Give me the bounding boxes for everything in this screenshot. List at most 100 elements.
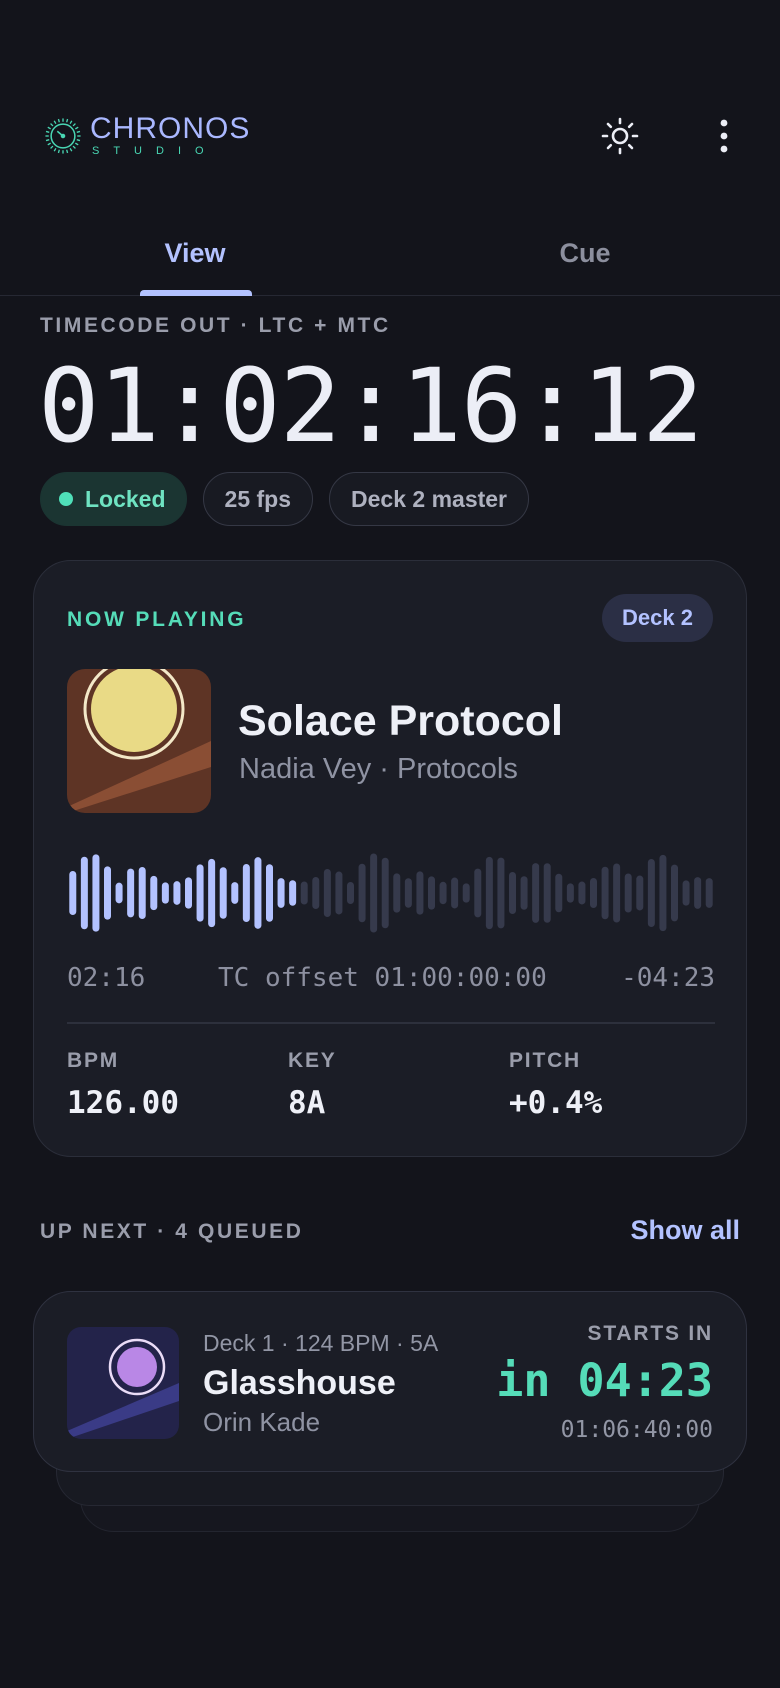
waveform-bar (509, 871, 516, 915)
waveform-bar (185, 877, 192, 909)
now-playing-label: NOW PLAYING (67, 608, 247, 631)
waveform-bar (138, 866, 146, 920)
waveform-bar (231, 882, 239, 904)
stopwatch-logo-icon (45, 117, 81, 154)
next-album-art (67, 1327, 179, 1439)
waveform-bar (219, 867, 227, 919)
waveform-bar (404, 878, 412, 908)
divider (67, 1022, 715, 1024)
waveform-bar (705, 878, 713, 908)
waveform-bar (682, 880, 690, 906)
show-all-link[interactable]: Show all (630, 1215, 740, 1246)
timecode-display: 01:02:16:12 (38, 347, 704, 466)
waveform-bar (161, 882, 169, 904)
waveform-bar (474, 868, 482, 918)
timecode-label: TIMECODE OUT · LTC + MTC (40, 314, 391, 337)
waveform-scrubber[interactable] (67, 843, 715, 943)
playback-time-row: 02:16 TC offset 01:00:00:00 -04:23 (67, 963, 715, 999)
locked-label: Locked (85, 485, 166, 512)
master-deck-chip: Deck 2 master (329, 472, 530, 526)
waveform-bar (543, 863, 551, 923)
waveform-bar (289, 880, 297, 906)
waveform-bar (439, 881, 447, 905)
pitch-label: PITCH (509, 1049, 581, 1072)
app-logo: CHRONOS STUDIO (44, 114, 250, 157)
waveform-bar (242, 864, 250, 922)
remaining-time: -04:23 (621, 963, 715, 993)
timecode-status-chips: Locked 25 fps Deck 2 master (40, 472, 530, 526)
waveform-bar (393, 873, 401, 913)
deck-badge: Deck 2 (602, 594, 713, 642)
waveform-bar (659, 854, 667, 932)
waveform-bar (150, 875, 158, 911)
waveform-bar (115, 882, 123, 904)
waveform-bar (69, 870, 77, 916)
waveform-bar (208, 858, 216, 928)
waveform-bar (266, 864, 273, 922)
logo-title: CHRONOS (90, 112, 251, 145)
album-art (67, 669, 211, 813)
waveform-bar (451, 877, 459, 909)
waveform-bar (254, 857, 262, 929)
waveform-bar (601, 866, 609, 920)
waveform-bar (80, 856, 88, 930)
up-next-label: UP NEXT · 4 QUEUED (40, 1220, 304, 1243)
waveform-bar (196, 864, 204, 922)
tab-view[interactable]: View (0, 210, 390, 296)
waveform-bar (590, 877, 597, 909)
waveform-bar (416, 871, 424, 915)
locked-status-chip: Locked (40, 472, 187, 526)
tab-bar: View Cue (0, 210, 780, 296)
waveform-bar (428, 876, 435, 910)
now-playing-card: NOW PLAYING Deck 2 Solace Protocol Nadia… (33, 560, 747, 1157)
waveform-bar (127, 868, 135, 918)
waveform-bar (624, 873, 632, 913)
waveform-bar (370, 853, 378, 933)
waveform-bar (92, 854, 100, 932)
key-label: KEY (288, 1049, 337, 1072)
tab-cue[interactable]: Cue (390, 210, 780, 296)
track-title: Solace Protocol (238, 697, 563, 745)
pitch-value: +0.4% (509, 1085, 603, 1121)
waveform-bar (104, 866, 111, 920)
starts-in-countdown: in 04:23 (496, 1354, 713, 1407)
key-stat: KEY 8A (288, 1049, 337, 1121)
next-album-art-graphic (67, 1327, 179, 1439)
waveform-bar (694, 877, 702, 909)
waveform-bar (277, 878, 285, 908)
elapsed-time: 02:16 (67, 963, 146, 993)
more-vertical-icon (720, 119, 728, 153)
key-value: 8A (288, 1085, 326, 1121)
waveform-bar (358, 863, 366, 923)
waveform-bar (671, 864, 678, 922)
sun-icon (601, 117, 639, 155)
status-dot-icon (59, 492, 73, 506)
starts-in-timecode: 01:06:40:00 (560, 1417, 713, 1443)
waveform-bar (300, 881, 308, 905)
waveform-bar (381, 857, 389, 929)
track-artist-album: Nadia Vey · Protocols (239, 753, 518, 785)
bpm-value: 126.00 (67, 1085, 179, 1121)
theme-toggle-button[interactable] (596, 112, 644, 160)
bpm-label: BPM (67, 1049, 120, 1072)
next-track-title: Glasshouse (203, 1364, 396, 1402)
waveform-bar (485, 856, 493, 930)
next-track-meta: Deck 1 · 124 BPM · 5A (203, 1330, 439, 1356)
up-next-card[interactable]: Deck 1 · 124 BPM · 5A Glasshouse Orin Ka… (33, 1291, 747, 1472)
waveform-bar (462, 883, 470, 903)
more-menu-button[interactable] (700, 112, 748, 160)
waveform-bar (335, 871, 343, 915)
app-header: CHRONOS STUDIO (0, 0, 780, 190)
tc-offset: TC offset 01:00:00:00 (218, 963, 547, 993)
album-art-graphic (67, 669, 211, 813)
waveform-bar (532, 863, 540, 923)
waveform-bar (647, 859, 655, 927)
waveform-bar (555, 873, 563, 913)
waveform-bar (323, 868, 331, 918)
waveform-bar (520, 876, 528, 910)
next-track-artist: Orin Kade (203, 1407, 321, 1437)
active-tab-indicator (140, 290, 252, 296)
bpm-stat: BPM 126.00 (67, 1049, 179, 1121)
waveform-bar (173, 881, 181, 905)
pitch-stat: PITCH +0.4% (509, 1049, 602, 1121)
